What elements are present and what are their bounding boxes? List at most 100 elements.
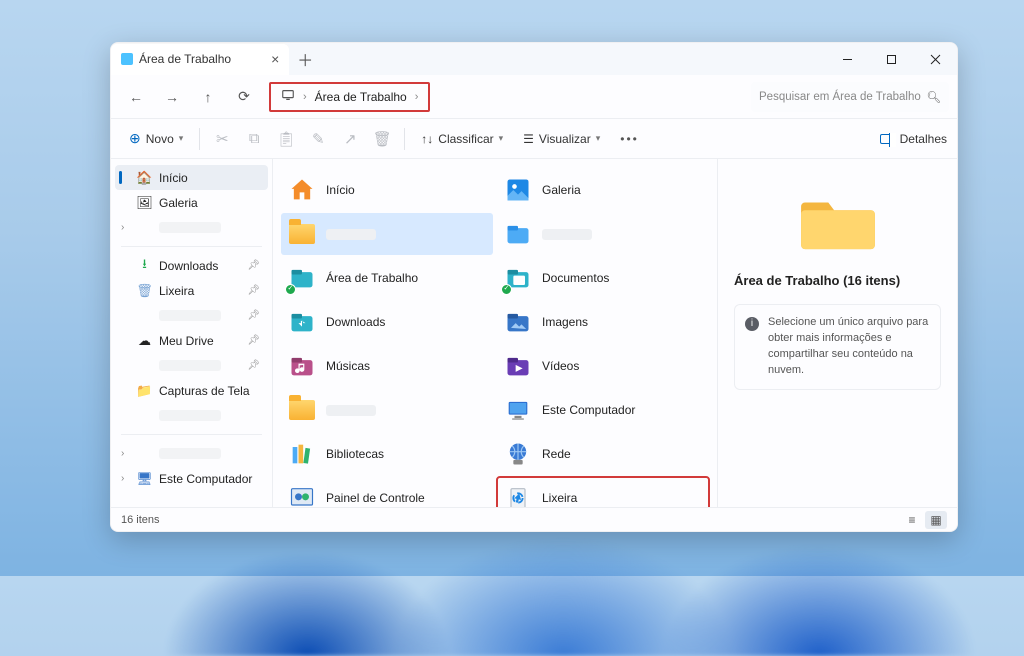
preview-title: Área de Trabalho (16 itens) (734, 273, 900, 288)
control-panel-icon (287, 483, 317, 507)
videos-folder-icon (503, 351, 533, 381)
view-list-toggle[interactable]: ≡ (901, 511, 923, 529)
new-button[interactable]: ⊕ Novo ▾ (121, 126, 191, 151)
details-pane: Área de Trabalho (16 itens) i Selecione … (717, 159, 957, 507)
pc-icon (503, 395, 533, 425)
sidebar-item-blur[interactable]: › (115, 441, 268, 466)
minimize-button[interactable] (825, 43, 869, 75)
more-button[interactable]: ••• (614, 132, 645, 146)
copy-icon[interactable]: ⧉ (240, 130, 268, 147)
pin-icon: 📌︎ (247, 360, 260, 371)
list-item[interactable]: Painel de Controle (281, 477, 493, 507)
pin-icon: 📌︎ (247, 285, 260, 296)
info-icon: i (745, 317, 759, 331)
cut-icon[interactable]: ✂ (208, 130, 236, 148)
list-item[interactable]: Documentos (497, 257, 709, 299)
desktop-folder-icon (287, 263, 317, 293)
tab-icon (121, 53, 133, 65)
documents-folder-icon (503, 263, 533, 293)
list-item[interactable] (497, 213, 709, 255)
refresh-button[interactable]: ⟳ (227, 80, 261, 114)
chevron-right-icon: › (121, 448, 124, 459)
active-tab[interactable]: Área de Trabalho × (111, 43, 289, 75)
list-item[interactable]: Este Computador (497, 389, 709, 431)
search-input[interactable]: Pesquisar em Área de Trabalho 🔍︎ (751, 82, 949, 112)
details-icon (880, 134, 894, 144)
paste-icon[interactable]: 📋︎ (272, 130, 300, 148)
list-item-recycle-bin[interactable]: Lixeira (497, 477, 709, 507)
list-item[interactable]: Galeria (497, 169, 709, 211)
download-icon: ⭳ (137, 258, 152, 273)
pin-icon: 📌︎ (247, 335, 260, 346)
address-bar: ← → ↑ ⟳ › Área de Trabalho › Pesquisar e… (111, 75, 957, 119)
list-item[interactable]: Bibliotecas (281, 433, 493, 475)
list-item[interactable]: Downloads (281, 301, 493, 343)
pictures-folder-icon (503, 307, 533, 337)
share-icon[interactable]: ↗ (336, 130, 364, 148)
chevron-right-icon: › (415, 91, 419, 103)
list-item[interactable]: Músicas (281, 345, 493, 387)
folder-icon: 📁 (137, 383, 152, 398)
sort-icon: ↑↓ (421, 132, 433, 146)
sort-button[interactable]: ↑↓ Classificar ▾ (413, 128, 511, 150)
list-item[interactable]: Imagens (497, 301, 709, 343)
folder-icon (287, 395, 317, 425)
sidebar-item-blur[interactable]: 📌︎ (115, 303, 268, 328)
chevron-down-icon: ▾ (499, 133, 504, 144)
downloads-folder-icon (287, 307, 317, 337)
file-list: Início Galeria Área de Trabalho (273, 159, 717, 507)
chevron-right-icon: › (303, 91, 307, 103)
list-item[interactable] (281, 389, 493, 431)
back-button[interactable]: ← (119, 80, 153, 114)
explorer-window: Área de Trabalho × ＋ ← → ↑ ⟳ › Área de T… (110, 42, 958, 532)
sidebar-item-downloads[interactable]: ⭳ Downloads 📌︎ (115, 253, 268, 278)
sidebar-item-recycle[interactable]: 🗑 Lixeira 📌︎ (115, 278, 268, 303)
view-grid-toggle[interactable]: ▦ (925, 511, 947, 529)
home-icon (287, 175, 317, 205)
tab-title: Área de Trabalho (139, 52, 231, 66)
status-bar: 16 itens ≡ ▦ (111, 507, 957, 531)
recycle-icon: 🗑 (137, 283, 152, 298)
view-button[interactable]: ☰ Visualizar ▾ (515, 128, 608, 150)
sidebar-item-blur[interactable]: › (115, 215, 268, 240)
folder-icon (287, 219, 317, 249)
sidebar-item-thispc[interactable]: › 🖥 Este Computador (115, 466, 268, 491)
gallery-icon (503, 175, 533, 205)
close-tab-icon[interactable]: × (271, 51, 279, 67)
plus-icon: ⊕ (129, 130, 141, 147)
list-item[interactable]: Área de Trabalho (281, 257, 493, 299)
breadcrumb[interactable]: › Área de Trabalho › (269, 82, 430, 112)
view-icon: ☰ (523, 132, 534, 146)
sidebar-item-gallery[interactable]: 🖼 Galeria (115, 190, 268, 215)
close-window-button[interactable] (913, 43, 957, 75)
monitor-icon (281, 88, 295, 105)
new-tab-button[interactable]: ＋ (289, 47, 321, 71)
command-bar: ⊕ Novo ▾ ✂ ⧉ 📋︎ ✎ ↗ 🗑︎ ↑↓ Classificar ▾ … (111, 119, 957, 159)
sidebar-item-blur[interactable]: 📌︎ (115, 353, 268, 378)
list-item[interactable]: Rede (497, 433, 709, 475)
sidebar-item-mydrive[interactable]: ☁ Meu Drive 📌︎ (115, 328, 268, 353)
maximize-button[interactable] (869, 43, 913, 75)
chevron-right-icon: › (121, 473, 124, 484)
folder-large-icon (799, 185, 877, 253)
search-placeholder: Pesquisar em Área de Trabalho (759, 91, 921, 103)
details-pane-button[interactable]: Detalhes (880, 132, 947, 146)
up-button[interactable]: ↑ (191, 80, 225, 114)
sidebar-item-screenshots[interactable]: 📁 Capturas de Tela (115, 378, 268, 403)
rename-icon[interactable]: ✎ (304, 130, 332, 148)
titlebar: Área de Trabalho × ＋ (111, 43, 957, 75)
sidebar-item-home[interactable]: 🏠 Início (115, 165, 268, 190)
delete-icon[interactable]: 🗑︎ (368, 130, 396, 148)
network-icon (503, 439, 533, 469)
list-item[interactable]: Início (281, 169, 493, 211)
list-item[interactable]: Vídeos (497, 345, 709, 387)
recycle-bin-icon (503, 483, 533, 507)
forward-button[interactable]: → (155, 80, 189, 114)
sidebar-item-blur[interactable] (115, 403, 268, 428)
cloud-folder-icon (503, 219, 533, 249)
list-item[interactable] (281, 213, 493, 255)
pin-icon: 📌︎ (247, 310, 260, 321)
pc-icon: 🖥 (137, 471, 152, 486)
drive-icon: ☁ (137, 333, 152, 348)
gallery-icon: 🖼 (137, 195, 152, 210)
